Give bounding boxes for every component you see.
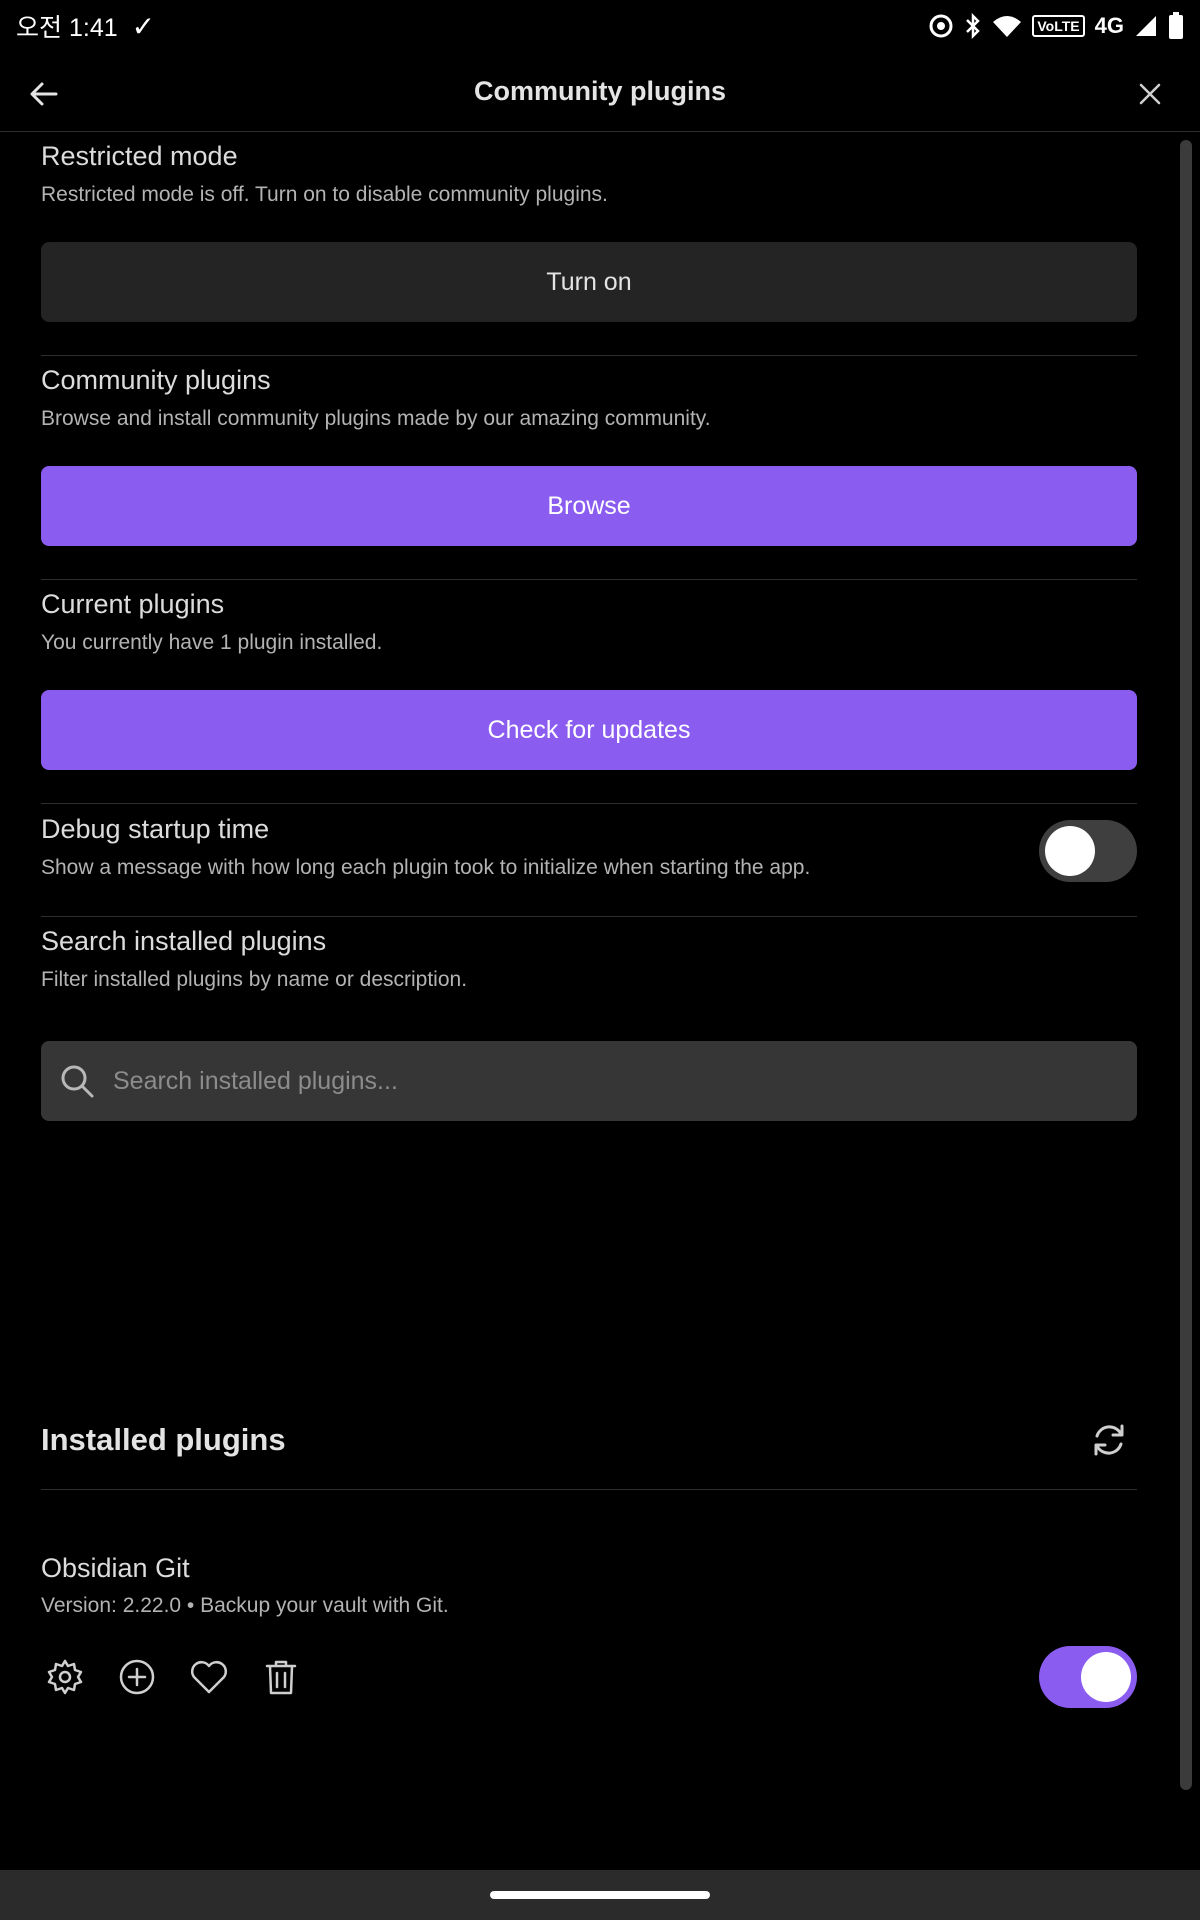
network-type: 4G <box>1094 13 1124 38</box>
plugin-meta: Version: 2.22.0 • Backup your vault with… <box>41 1594 449 1617</box>
trash-icon <box>265 1660 297 1695</box>
setting-description: Restricted mode is off. Turn on to disab… <box>41 183 608 206</box>
debug-startup-toggle[interactable] <box>1039 820 1137 882</box>
arrow-left-icon <box>30 82 58 106</box>
reload-plugins-button[interactable] <box>1081 1412 1137 1468</box>
setting-title: Search installed plugins <box>41 926 327 956</box>
setting-restricted-mode: Restricted mode Restricted mode is off. … <box>41 132 1137 356</box>
settings-content: Restricted mode Restricted mode is off. … <box>41 132 1137 1121</box>
wifi-icon <box>993 16 1022 37</box>
plugin-uninstall-button[interactable] <box>257 1653 305 1701</box>
search-box <box>41 1041 1137 1121</box>
setting-title: Current plugins <box>41 589 225 619</box>
status-time: 오전 1:41 <box>16 8 118 44</box>
close-button[interactable] <box>1128 72 1172 116</box>
toggle-knob <box>1081 1652 1131 1702</box>
setting-debug-startup: Debug startup time Show a message with h… <box>41 804 1137 917</box>
plugin-settings-button[interactable] <box>41 1653 89 1701</box>
setting-description: You currently have 1 plugin installed. <box>41 631 383 654</box>
setting-description: Browse and install community plugins mad… <box>41 407 711 430</box>
plugin-actions <box>41 1646 1137 1708</box>
plugin-name: Obsidian Git <box>41 1553 190 1583</box>
sync-circle-icon <box>929 14 953 38</box>
close-icon <box>1139 83 1161 105</box>
back-button[interactable] <box>22 72 66 116</box>
checkmark-icon: ✓ <box>131 10 156 42</box>
plugin-item: Obsidian Git Version: 2.22.0 • Backup yo… <box>41 1552 1137 1708</box>
heart-icon <box>191 1661 227 1694</box>
bluetooth-icon <box>966 13 981 39</box>
installed-plugins-header: Installed plugins <box>41 1390 1137 1490</box>
status-clock: 1:41 <box>68 14 118 42</box>
setting-title: Community plugins <box>41 365 271 395</box>
search-input[interactable] <box>113 1066 1073 1096</box>
setting-title: Debug startup time <box>41 814 270 844</box>
status-bar-left: 오전 1:41 ✓ <box>16 8 155 44</box>
toggle-knob <box>1045 826 1095 876</box>
plus-circle-icon <box>119 1659 155 1695</box>
plugin-hotkeys-button[interactable] <box>113 1653 161 1701</box>
plugin-enable-toggle[interactable] <box>1039 1646 1137 1708</box>
search-icon <box>61 1065 94 1098</box>
setting-community-plugins: Community plugins Browse and install com… <box>41 356 1137 580</box>
status-bar: 오전 1:41 ✓ VoLTE 4G <box>0 0 1200 52</box>
plugin-donate-button[interactable] <box>185 1653 233 1701</box>
setting-search-installed: Search installed plugins Filter installe… <box>41 917 1137 1121</box>
setting-current-plugins: Current plugins You currently have 1 plu… <box>41 580 1137 804</box>
home-gesture-handle[interactable] <box>490 1891 710 1899</box>
check-for-updates-button[interactable]: Check for updates <box>41 690 1137 770</box>
gear-icon <box>47 1659 83 1695</box>
volte-badge: VoLTE <box>1032 15 1085 37</box>
status-bar-right: VoLTE 4G <box>928 12 1184 40</box>
plugin-action-icons <box>41 1653 305 1701</box>
status-ampm: 오전 <box>16 14 63 42</box>
debug-row: Debug startup time Show a message with h… <box>41 814 1137 916</box>
modal-header: Community plugins <box>0 52 1200 132</box>
page-title: Community plugins <box>474 76 726 106</box>
signal-icon <box>1136 16 1156 36</box>
setting-description: Filter installed plugins by name or desc… <box>41 968 468 991</box>
battery-icon <box>1169 12 1183 39</box>
setting-description: Show a message with how long each plugin… <box>41 856 811 879</box>
navigation-bar <box>0 1870 1200 1920</box>
installed-plugins-heading: Installed plugins <box>41 1421 286 1457</box>
scrollbar[interactable] <box>1180 140 1192 1790</box>
browse-button[interactable]: Browse <box>41 466 1137 546</box>
refresh-icon <box>1094 1424 1124 1455</box>
setting-title: Restricted mode <box>41 141 238 171</box>
turn-on-restricted-button[interactable]: Turn on <box>41 242 1137 322</box>
